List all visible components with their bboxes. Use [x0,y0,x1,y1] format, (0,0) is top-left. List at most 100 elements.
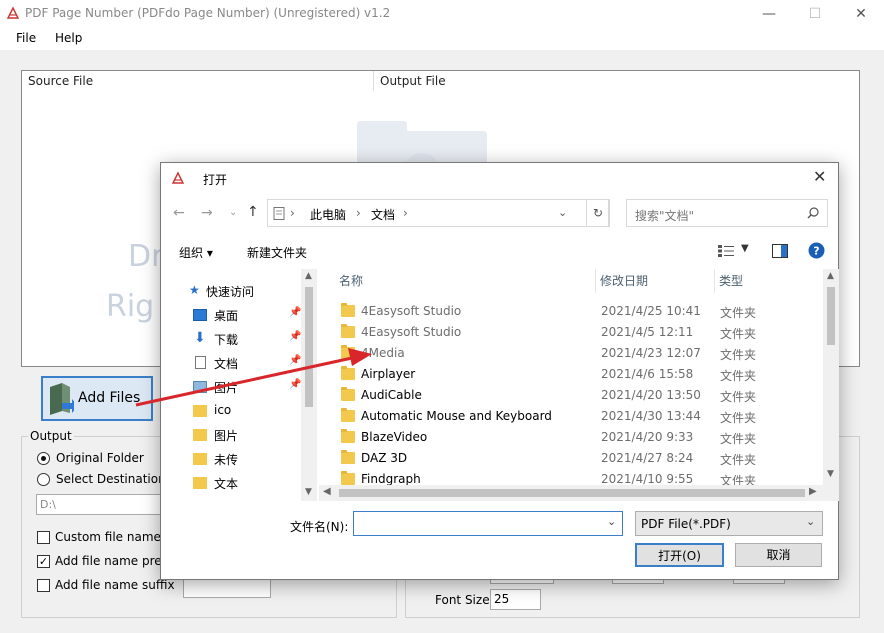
refresh-button[interactable]: ↻ [586,199,610,227]
list-scroll-thumb[interactable] [827,287,835,345]
nav-label: 文档 [214,357,239,371]
folder-icon [193,477,207,489]
filetype-dropdown-icon: ⌄ [806,515,816,528]
cancel-button[interactable]: 取消 [735,543,822,567]
font-size-label: Font Size [435,593,490,607]
file-date: 2021/4/27 8:24 [601,451,694,465]
original-folder-label: Original Folder [56,451,144,465]
back-arrow-icon[interactable]: ← [173,205,185,221]
file-row[interactable]: DAZ 3D 2021/4/27 8:24 文件夹 [319,448,824,469]
download-icon: ⬇ [194,330,206,346]
filename-input[interactable] [353,511,623,536]
open-file-dialog: 打开 ✕ ← → ⌄ ↑ › 此电脑 › 文档 › ⌄ ↻ 搜索"文档" 组织 … [160,162,839,580]
file-type: 文件夹 [720,432,757,446]
file-type: 文件夹 [720,411,757,425]
nav-label: 文本 [214,477,239,491]
file-type: 文件夹 [720,306,757,320]
add-files-button[interactable]: Add Files [41,376,153,421]
scroll-right-icon[interactable]: ▶ [809,486,817,497]
list-horizontal-scrollbar[interactable]: ◀ ▶ [319,485,839,501]
view-dropdown-icon[interactable]: ▼ [741,243,749,254]
add-suffix-checkbox[interactable] [37,579,50,592]
menu-help[interactable]: Help [55,31,82,45]
preview-pane-icon[interactable] [772,244,788,258]
nav-label: ico [214,403,232,417]
scroll-up-icon[interactable]: ▲ [827,271,834,281]
recent-dropdown-icon[interactable]: ⌄ [229,207,237,218]
search-icon [807,207,819,219]
column-name[interactable]: 名称 [339,269,363,293]
folder-icon [341,345,355,359]
folder-icon [341,408,355,422]
address-bar[interactable]: › 此电脑 › 文档 › ⌄ [267,199,609,227]
file-row[interactable]: AudiCable 2021/4/20 13:50 文件夹 [319,385,824,406]
nav-label: 未传 [214,453,239,467]
suffix-input[interactable] [183,578,271,598]
svg-text:?: ? [813,245,819,258]
organize-menu[interactable]: 组织 ▾ [179,244,213,261]
view-options-icon[interactable] [718,245,734,257]
file-date: 2021/4/20 9:33 [601,430,694,444]
up-arrow-icon[interactable]: ↑ [247,204,259,220]
file-row[interactable]: Automatic Mouse and Keyboard 2021/4/30 13… [319,406,824,427]
scroll-up-icon[interactable]: ▲ [305,271,312,281]
file-type: 文件夹 [720,369,757,383]
document-icon [195,356,206,369]
add-suffix-label: Add file name suffix [55,578,175,592]
forward-arrow-icon[interactable]: → [201,205,213,221]
pin-icon[interactable]: 📌 [289,331,301,342]
new-folder-button[interactable]: 新建文件夹 [247,244,307,261]
folder-icon [341,429,355,443]
destination-path-input[interactable]: D:\ [36,494,166,515]
open-button[interactable]: 打开(O) [635,543,724,567]
file-row[interactable]: 4Media 2021/4/23 12:07 文件夹 [319,343,824,364]
pin-icon[interactable]: 📌 [289,379,301,390]
file-browser-list: ^ 名称 修改日期 类型 4Easysoft Studio 2021/4/25 1… [319,269,839,501]
font-size-input[interactable]: 25 [490,589,541,610]
menu-file[interactable]: File [16,31,36,45]
column-source-file[interactable]: Source File [22,71,373,91]
help-icon[interactable]: ? [808,242,825,259]
scroll-down-icon[interactable]: ▼ [305,487,312,497]
column-output-file[interactable]: Output File [374,71,854,91]
original-folder-radio[interactable] [37,452,50,465]
list-vertical-scrollbar[interactable]: ▲ ▼ [823,269,839,485]
scroll-left-icon[interactable]: ◀ [323,486,331,497]
file-row[interactable]: Airplayer 2021/4/6 15:58 文件夹 [319,364,824,385]
file-name: BlazeVideo [361,430,428,444]
filetype-select[interactable]: PDF File(*.PDF) ⌄ [635,511,823,536]
pin-icon[interactable]: 📌 [289,355,301,366]
search-box[interactable]: 搜索"文档" [626,199,828,227]
add-files-icon [50,383,74,415]
minimize-button[interactable]: — [746,0,792,28]
nav-scroll-thumb[interactable] [305,287,313,407]
close-button[interactable]: ✕ [838,0,884,28]
file-row[interactable]: 4Easysoft Studio 2021/4/25 10:41 文件夹 [319,301,824,322]
dialog-close-button[interactable]: ✕ [813,167,826,186]
nav-label: 图片 [214,429,239,443]
folder-icon [193,405,207,417]
filename-dropdown-icon[interactable]: ⌄ [607,515,616,528]
column-date-modified[interactable]: 修改日期 [600,269,648,293]
filetype-value: PDF File(*.PDF) [641,517,731,531]
nav-scrollbar[interactable]: ▲ ▼ [301,269,317,501]
custom-file-name-checkbox[interactable] [37,531,50,544]
list-h-scroll-thumb[interactable] [339,489,805,497]
scroll-down-icon[interactable]: ▼ [827,469,834,479]
file-row[interactable]: BlazeVideo 2021/4/20 9:33 文件夹 [319,427,824,448]
breadcrumb-documents[interactable]: 文档 [371,206,395,223]
breadcrumb-this-pc[interactable]: 此电脑 [310,206,346,223]
column-type[interactable]: 类型 [719,269,743,293]
pin-icon[interactable]: 📌 [289,307,301,318]
maximize-button[interactable]: ☐ [792,0,838,28]
add-prefix-checkbox[interactable]: ✓ [37,555,50,568]
address-dropdown-icon[interactable]: ⌄ [558,206,567,219]
folder-icon [341,450,355,464]
column-divider [714,269,715,293]
folder-icon [341,387,355,401]
select-destination-radio[interactable] [37,473,50,486]
column-divider [595,269,596,293]
file-type: 文件夹 [720,390,757,404]
sort-indicator-icon: ^ [465,269,473,274]
file-row[interactable]: 4Easysoft Studio 2021/4/5 12:11 文件夹 [319,322,824,343]
